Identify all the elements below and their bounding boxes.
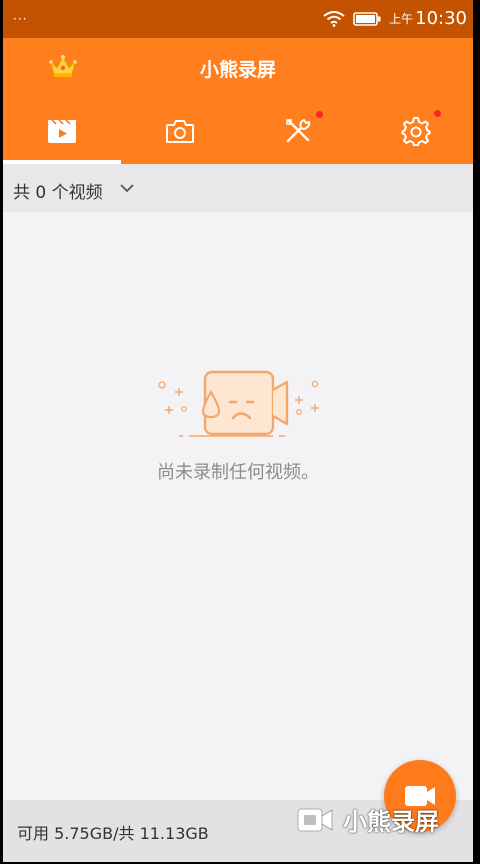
settings-badge — [434, 110, 441, 117]
tools-icon — [286, 119, 311, 143]
status-bar: ··· 上午 10:30 — [3, 0, 473, 38]
video-count-label[interactable]: 共 0 个视频 — [13, 178, 103, 203]
app-watermark: 小熊录屏 — [295, 802, 439, 837]
settings-gear-icon — [401, 117, 431, 146]
watermark-text: 小熊录屏 — [343, 808, 439, 836]
video-clapper-icon — [48, 119, 76, 143]
tab-screenshots[interactable] — [121, 110, 239, 152]
empty-video-illustration-icon — [158, 370, 319, 437]
tab-tools[interactable] — [239, 110, 357, 152]
empty-state-message: 尚未录制任何视频。 — [157, 462, 319, 483]
tab-videos[interactable] — [3, 110, 121, 152]
status-ampm: 上午 — [389, 12, 414, 26]
chevron-down-icon[interactable] — [119, 182, 135, 194]
status-time: 10:30 — [415, 8, 467, 29]
battery-icon — [353, 11, 381, 26]
notification-dots: ··· — [13, 12, 28, 26]
camera-icon — [166, 120, 194, 143]
status-right-group: 上午 10:30 — [323, 8, 467, 29]
tab-settings[interactable] — [357, 110, 473, 152]
app-screen: ··· 上午 10:30 小熊录屏 共 0 个视频 尚未录制任何视频。 可用 5… — [3, 0, 473, 862]
storage-info: 可用 5.75GB/共 11.13GB — [17, 824, 209, 843]
app-title: 小熊录屏 — [199, 59, 276, 81]
wifi-icon — [323, 10, 345, 27]
video-filter-bar[interactable]: 共 0 个视频 — [3, 164, 473, 212]
tools-badge — [316, 111, 323, 118]
watermark-camera-icon — [297, 808, 333, 831]
